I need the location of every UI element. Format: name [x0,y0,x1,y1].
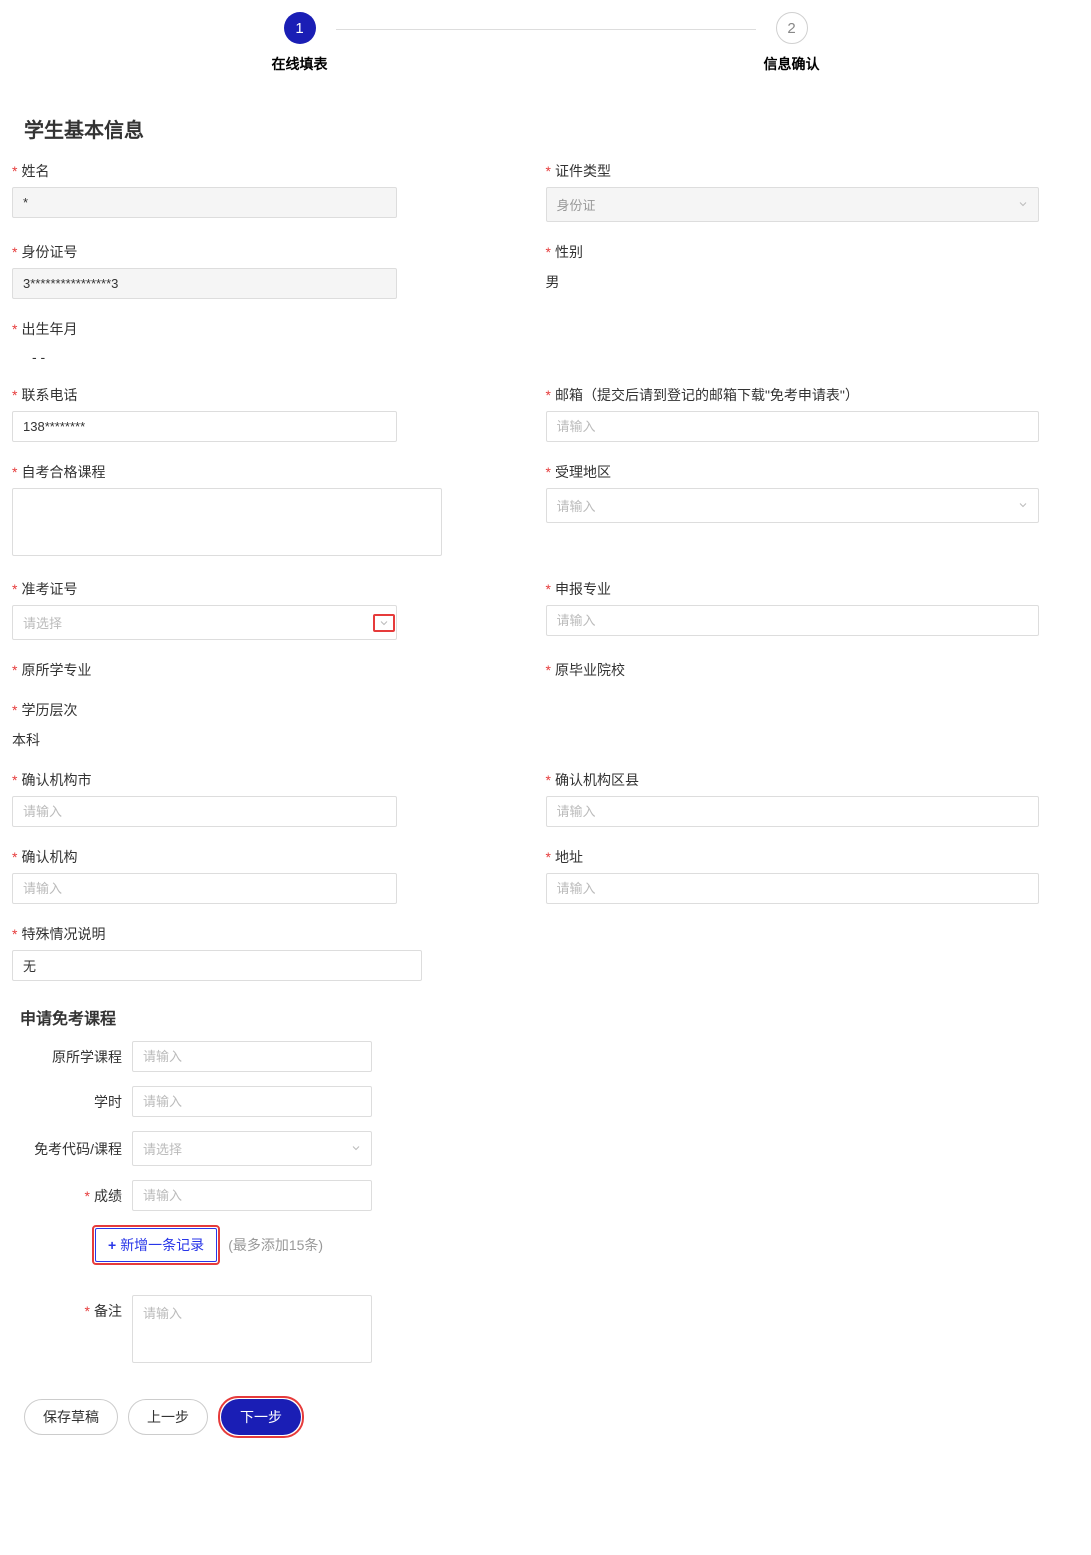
field-gender: *性别 男 [546,242,1040,292]
input-address[interactable] [546,873,1040,904]
label-hours: 学时 [12,1092,132,1112]
label-birth: *出生年月 [12,319,506,339]
exam-id-chevron-highlight [372,606,396,639]
edu-level-value: 本科 [12,726,506,750]
save-draft-button[interactable]: 保存草稿 [24,1399,118,1435]
input-id-number[interactable] [12,268,397,299]
field-id-number: *身份证号 [12,242,506,299]
input-score[interactable] [132,1180,372,1211]
next-button-highlight: 下一步 [218,1396,304,1438]
cert-type-value: 身份证 [557,198,596,213]
field-email: *邮箱（提交后请到登记的邮箱下载"免考申请表"） [546,385,1040,442]
field-edu-level: *学历层次 本科 [12,700,506,750]
label-score: *成绩 [12,1186,132,1206]
input-email[interactable] [546,411,1040,442]
chevron-down-icon [378,617,390,629]
label-confirm-county: *确认机构区县 [546,770,1040,790]
input-confirm-city[interactable] [12,796,397,827]
field-exam-id: *准考证号 请选择 [12,579,506,640]
label-phone: *联系电话 [12,385,506,405]
input-special-note[interactable] [12,950,422,981]
select-region[interactable]: 请输入 [546,488,1040,523]
step-1: 1 在线填表 [272,12,328,74]
label-exempt-code: 免考代码/课程 [12,1139,132,1159]
remark-form: *备注 [12,1295,372,1366]
label-orig-school: *原毕业院校 [546,660,1040,680]
field-cert-type: *证件类型 身份证 [546,161,1040,222]
label-region: *受理地区 [546,462,1040,482]
label-confirm-org: *确认机构 [12,847,506,867]
label-confirm-city: *确认机构市 [12,770,506,790]
field-confirm-org: *确认机构 [12,847,506,904]
label-remark: *备注 [12,1295,132,1321]
label-email: *邮箱（提交后请到登记的邮箱下载"免考申请表"） [546,385,1040,405]
label-orig-major: *原所学专业 [12,660,506,680]
label-gender: *性别 [546,242,1040,262]
label-orig-course: 原所学课程 [12,1047,132,1067]
birth-value: - - [12,345,506,365]
select-exempt-code[interactable]: 请选择 [132,1131,372,1166]
field-confirm-city: *确认机构市 [12,770,506,827]
field-declare-major: *申报专业 [546,579,1040,636]
input-confirm-org[interactable] [12,873,397,904]
field-self-course: *自考合格课程 [12,462,506,559]
step-1-label: 在线填表 [272,54,328,74]
field-name: *姓名 [12,161,506,218]
label-address: *地址 [546,847,1040,867]
field-orig-school: *原毕业院校 [546,660,1040,680]
label-cert-type: *证件类型 [546,161,1040,181]
label-declare-major: *申报专业 [546,579,1040,599]
label-exam-id: *准考证号 [12,579,506,599]
label-name: *姓名 [12,161,506,181]
next-button[interactable]: 下一步 [221,1399,301,1435]
step-2: 2 信息确认 [764,12,820,74]
step-line [336,29,756,30]
input-declare-major[interactable] [546,605,1040,636]
step-2-circle: 2 [776,12,808,44]
field-region: *受理地区 请输入 [546,462,1040,523]
input-confirm-county[interactable] [546,796,1040,827]
add-record-hint: (最多添加15条) [228,1235,323,1255]
add-record-highlight: + 新增一条记录 [92,1225,220,1265]
select-exam-id[interactable]: 请选择 [12,605,397,640]
exempt-form: 原所学课程 学时 免考代码/课程 请选择 *成绩 [12,1041,372,1211]
add-record-label: 新增一条记录 [120,1235,204,1255]
field-birth: *出生年月 - - [12,319,506,365]
add-record-row: + 新增一条记录 (最多添加15条) [92,1225,1079,1265]
step-2-label: 信息确认 [764,54,820,74]
plus-icon: + [108,1237,116,1253]
label-id-number: *身份证号 [12,242,506,262]
exempt-code-placeholder: 请选择 [143,1142,182,1157]
select-cert-type[interactable]: 身份证 [546,187,1040,222]
input-phone[interactable] [12,411,397,442]
exam-id-placeholder: 请选择 [23,616,62,631]
field-phone: *联系电话 [12,385,506,442]
steps-indicator: 1 在线填表 2 信息确认 [8,12,1083,74]
textarea-self-course[interactable] [12,488,442,556]
field-special-note: *特殊情况说明 [12,924,506,981]
label-edu-level: *学历层次 [12,700,506,720]
gender-value: 男 [546,268,1040,292]
field-address: *地址 [546,847,1040,904]
field-orig-major: *原所学专业 [12,660,506,680]
label-self-course: *自考合格课程 [12,462,506,482]
input-orig-course[interactable] [132,1041,372,1072]
region-placeholder: 请输入 [557,499,596,514]
section-exempt-title: 申请免考课程 [20,1005,1079,1029]
field-confirm-county: *确认机构区县 [546,770,1040,827]
add-record-button[interactable]: + 新增一条记录 [95,1228,217,1262]
form-actions: 保存草稿 上一步 下一步 [24,1396,1079,1438]
label-special-note: *特殊情况说明 [12,924,506,944]
form-area: 学生基本信息 *姓名 *证件类型 身份证 *身份证号 [8,114,1083,1438]
input-name[interactable] [12,187,397,218]
step-1-circle: 1 [284,12,316,44]
textarea-remark[interactable] [132,1295,372,1363]
input-hours[interactable] [132,1086,372,1117]
prev-button[interactable]: 上一步 [128,1399,208,1435]
section-basic-title: 学生基本信息 [24,114,1079,143]
